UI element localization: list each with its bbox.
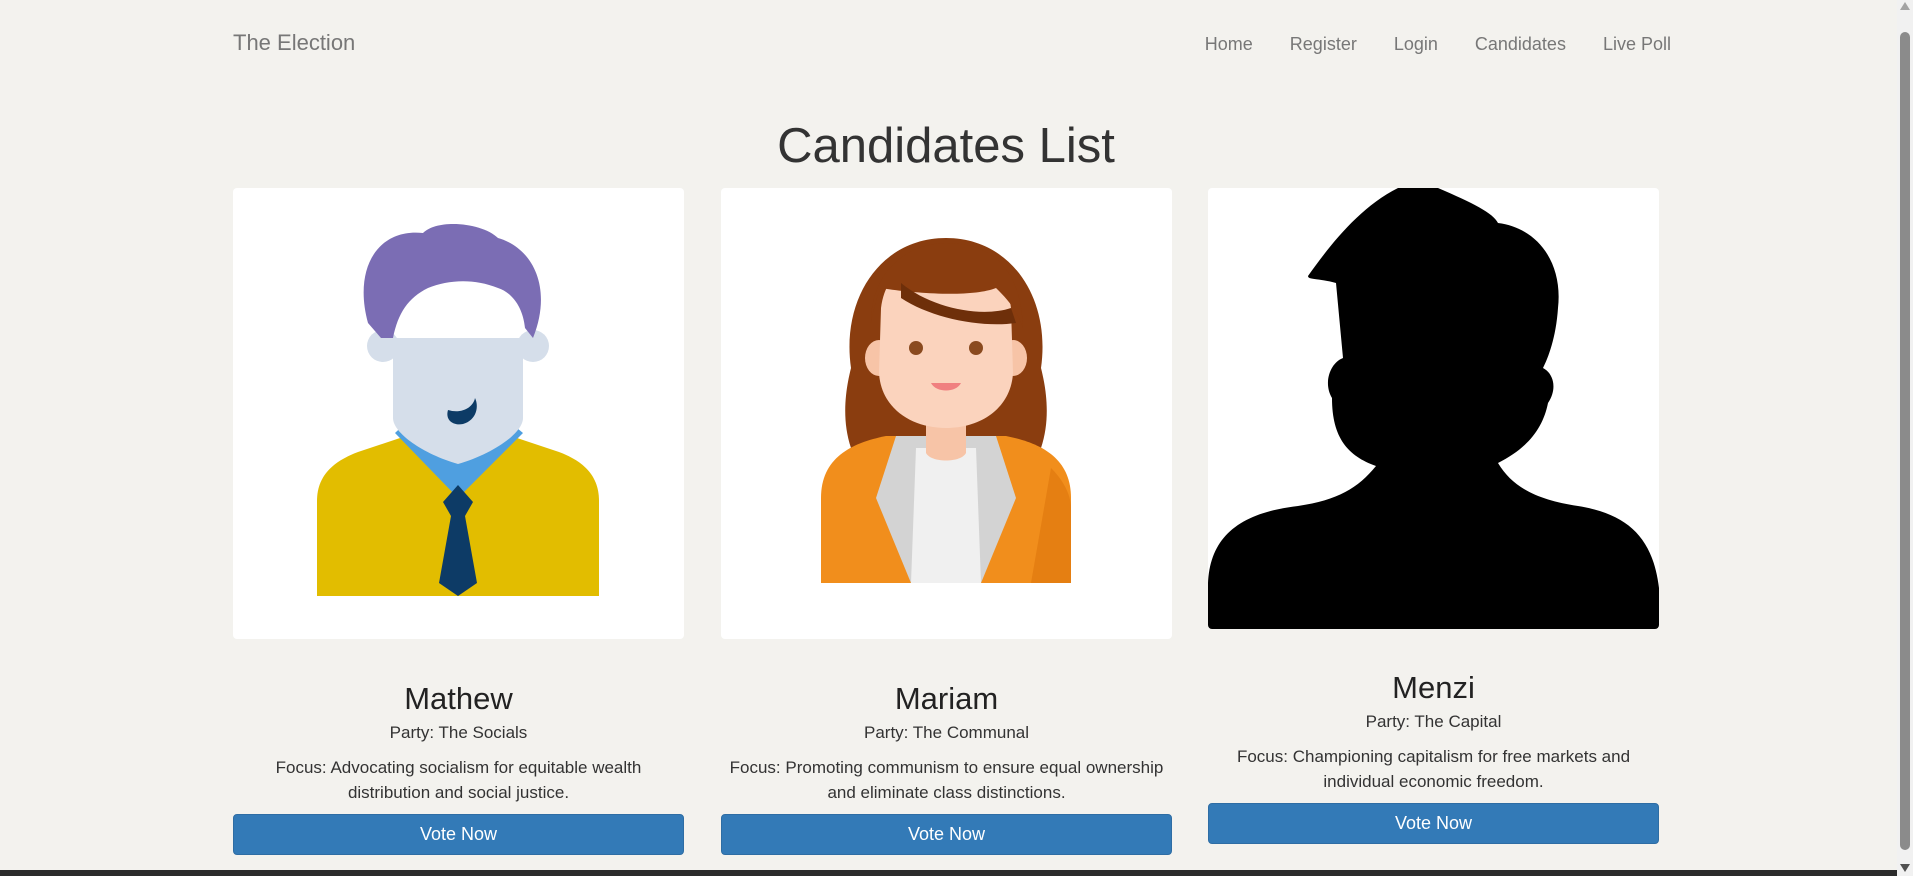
silhouette-avatar-icon [1208, 188, 1659, 629]
scroll-up-arrow-icon[interactable] [1900, 2, 1910, 10]
candidate-party: Party: The Socials [389, 723, 528, 742]
navbar: The Election Home Register Login Candida… [0, 0, 1897, 88]
candidate-photo [721, 188, 1172, 639]
candidate-focus: Focus: Advocating socialism for equitabl… [275, 758, 642, 802]
vertical-scrollbar[interactable] [1897, 0, 1913, 876]
vote-now-button[interactable]: Vote Now [721, 814, 1172, 855]
man-avatar-icon [317, 223, 599, 596]
candidate-name: Mariam [894, 681, 999, 716]
page-title: Candidates List [777, 119, 1115, 173]
nav-home[interactable]: Home [1205, 34, 1253, 55]
vote-now-button[interactable]: Vote Now [1208, 803, 1659, 844]
candidate-party: Party: The Capital [1365, 712, 1502, 731]
candidate-card-menzi: Menzi Party: The Capital Focus: Champion… [1208, 188, 1659, 844]
vote-now-button[interactable]: Vote Now [233, 814, 684, 855]
nav-links: Home Register Login Candidates Live Poll [1205, 34, 1671, 55]
nav-live-poll[interactable]: Live Poll [1603, 34, 1671, 55]
nav-login[interactable]: Login [1394, 34, 1438, 55]
scrollbar-thumb[interactable] [1900, 32, 1910, 850]
woman-avatar-icon [821, 238, 1071, 583]
bottom-edge-bar [0, 870, 1897, 876]
candidate-photo [1208, 188, 1659, 629]
candidate-photo [233, 188, 684, 639]
brand-link[interactable]: The Election [233, 30, 355, 56]
nav-candidates[interactable]: Candidates [1475, 34, 1566, 55]
candidate-name: Mathew [404, 681, 513, 716]
candidate-focus: Focus: Championing capitalism for free m… [1236, 747, 1631, 791]
scroll-down-arrow-icon[interactable] [1900, 864, 1910, 872]
candidate-card-mariam: Mariam Party: The Communal Focus: Promot… [721, 188, 1172, 855]
candidate-focus: Focus: Promoting communism to ensure equ… [729, 758, 1164, 802]
candidate-party: Party: The Communal [863, 723, 1030, 742]
nav-register[interactable]: Register [1290, 34, 1357, 55]
candidate-name: Menzi [1392, 670, 1475, 705]
candidate-card-mathew: Mathew Party: The Socials Focus: Advocat… [233, 188, 684, 855]
